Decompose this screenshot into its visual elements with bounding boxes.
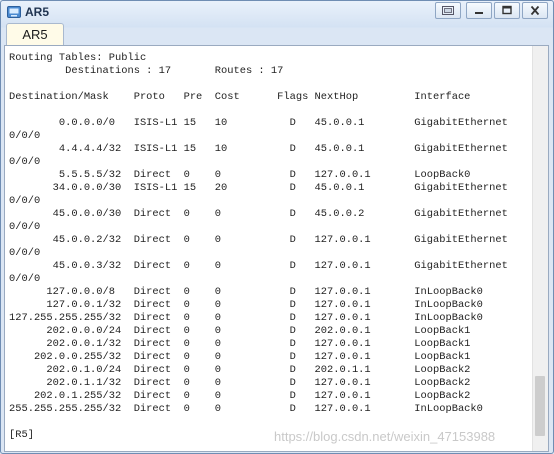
console-line: 202.0.0.0/24 Direct 0 0 D 202.0.0.1 Loop… (9, 325, 471, 337)
tab-ar5[interactable]: AR5 (6, 23, 64, 45)
console-line: 0/0/0 (9, 247, 41, 259)
minimize-icon (475, 12, 483, 14)
console-line: 34.0.0.0/30 ISIS-L1 15 20 D 45.0.0.1 Gig… (9, 182, 508, 194)
console-line: 5.5.5.5/32 Direct 0 0 D 127.0.0.1 LoopBa… (9, 169, 471, 181)
router-console-window: AR5 AR5 Routing Tables: Public Destinati… (0, 0, 554, 454)
watermark: https://blog.csdn.net/weixin_47153988 (274, 429, 496, 444)
maximize-button[interactable] (494, 2, 520, 19)
console-line: 255.255.255.255/32 Direct 0 0 D 127.0.0.… (9, 403, 483, 415)
app-icon (7, 5, 21, 18)
console-line: 4.4.4.4/32 ISIS-L1 15 10 D 45.0.0.1 Giga… (9, 143, 508, 155)
restore-icon (442, 6, 454, 15)
console-line: 0/0/0 (9, 221, 41, 233)
console-line: Routing Tables: Public (9, 52, 147, 64)
console-line: 202.0.0.1/32 Direct 0 0 D 127.0.0.1 Loop… (9, 338, 471, 350)
console-line: 45.0.0.3/32 Direct 0 0 D 127.0.0.1 Gigab… (9, 260, 508, 272)
tab-strip: AR5 (1, 23, 553, 45)
console-line: 0/0/0 (9, 130, 41, 142)
console-line: 45.0.0.0/30 Direct 0 0 D 45.0.0.2 Gigabi… (9, 208, 508, 220)
console-line: 0/0/0 (9, 156, 41, 168)
console-line: 0/0/0 (9, 195, 41, 207)
close-button[interactable] (522, 2, 548, 19)
vertical-scrollbar[interactable] (532, 46, 548, 451)
console-line: 127.0.0.0/8 Direct 0 0 D 127.0.0.1 InLoo… (9, 286, 483, 298)
console-line: 127.255.255.255/32 Direct 0 0 D 127.0.0.… (9, 312, 483, 324)
title-bar[interactable]: AR5 (1, 1, 553, 23)
console-line: Destinations : 17 Routes : 17 (9, 65, 284, 77)
window-title: AR5 (25, 5, 50, 19)
console-line: 202.0.1.1/32 Direct 0 0 D 127.0.0.1 Loop… (9, 377, 471, 389)
console-line: 45.0.0.2/32 Direct 0 0 D 127.0.0.1 Gigab… (9, 234, 508, 246)
console-line: Destination/Mask Proto Pre Cost Flags Ne… (9, 91, 471, 103)
close-icon (530, 5, 540, 16)
restore-button[interactable] (435, 2, 461, 19)
minimize-button[interactable] (466, 2, 492, 19)
console-line: 0.0.0.0/0 ISIS-L1 15 10 D 45.0.0.1 Gigab… (9, 117, 508, 129)
console-line: 127.0.0.1/32 Direct 0 0 D 127.0.0.1 InLo… (9, 299, 483, 311)
console-line: 0/0/0 (9, 273, 41, 285)
console-output[interactable]: Routing Tables: Public Destinations : 17… (4, 45, 549, 452)
console-line: 202.0.1.255/32 Direct 0 0 D 127.0.0.1 Lo… (9, 390, 471, 402)
scrollbar-thumb[interactable] (535, 376, 545, 436)
console-line: 202.0.1.0/24 Direct 0 0 D 202.0.1.1 Loop… (9, 364, 471, 376)
console-line: 202.0.0.255/32 Direct 0 0 D 127.0.0.1 Lo… (9, 351, 471, 363)
console-text: Routing Tables: Public Destinations : 17… (9, 52, 531, 442)
maximize-icon (502, 5, 512, 15)
